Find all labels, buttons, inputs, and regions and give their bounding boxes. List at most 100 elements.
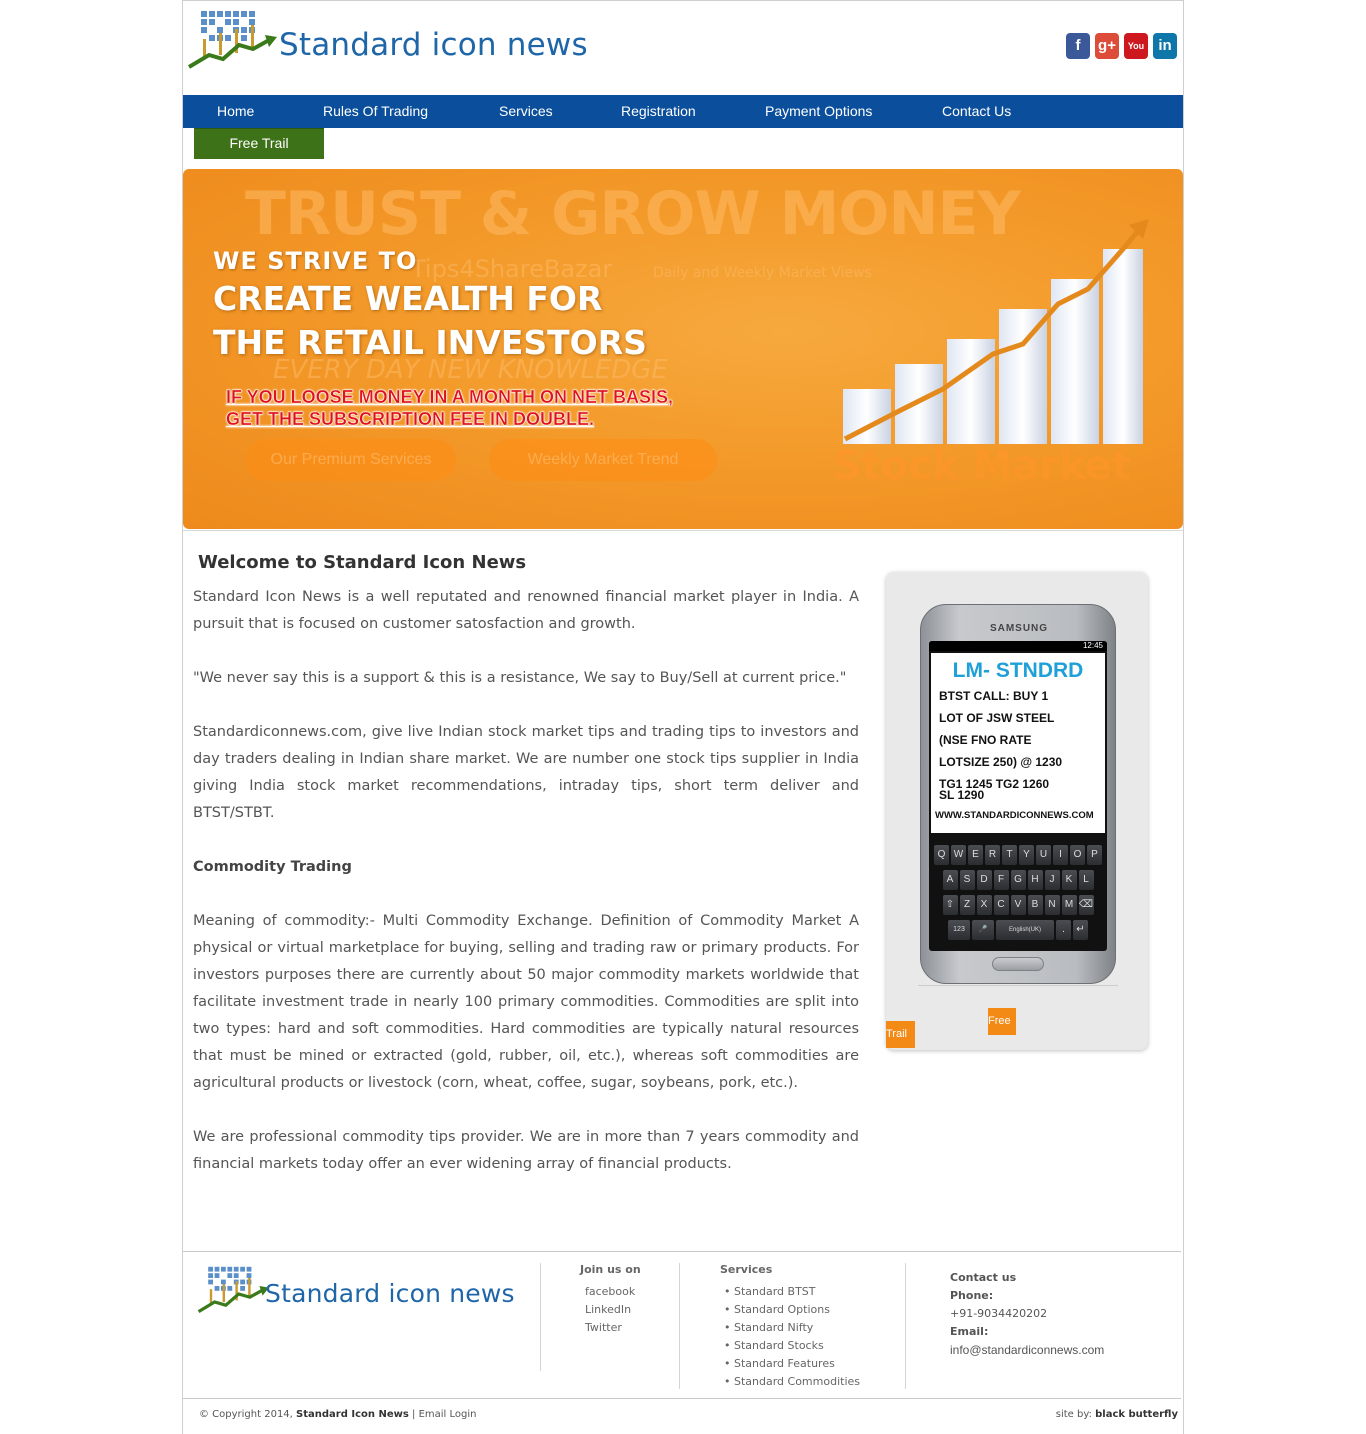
keyboard-key: H xyxy=(1027,870,1043,890)
copyright: © Copyright 2014, Standard Icon News | E… xyxy=(199,1409,477,1420)
commodity-paragraph: Meaning of commodity:- Multi Commodity E… xyxy=(193,913,859,1091)
banner-premium-services[interactable]: Our Premium Services xyxy=(246,439,456,481)
social-links: f g+ You in xyxy=(1066,33,1177,59)
keyboard-key: Y xyxy=(1019,845,1034,865)
banner-weekly-trend[interactable]: Weekly Market Trend xyxy=(489,439,717,481)
footer-link-linkedin[interactable]: LinkedIn xyxy=(585,1301,635,1319)
keyboard-key: T xyxy=(1002,845,1017,865)
keyboard-row: 123 🎤 English(UK). ↵ xyxy=(931,920,1105,940)
phone-value: +91-9034420202 xyxy=(950,1307,1048,1320)
keyboard-key: ↵ xyxy=(1073,920,1088,940)
google-plus-icon[interactable]: g+ xyxy=(1095,33,1119,59)
keyboard-key: A xyxy=(942,870,958,890)
keyboard-row: ASDFGHJKL xyxy=(931,870,1105,890)
keyboard-key: F xyxy=(993,870,1009,890)
keyboard-key: U xyxy=(1036,845,1051,865)
sms-preview-box: SAMSUNG 12:45 LM- STNDRD BTST CALL: BUY … xyxy=(886,572,1148,1050)
keyboard-key: S xyxy=(959,870,975,890)
logo-chart-icon xyxy=(187,11,277,69)
banner-offer-line-2: GET THE SUBSCRIPTION FEE IN DOUBLE. xyxy=(226,409,595,429)
keyboard-key: M xyxy=(1061,895,1077,915)
keyboard-row: ⇧ Z X C V B N M ⌫ xyxy=(931,895,1105,915)
keyboard-key: X xyxy=(976,895,992,915)
banner-offer-line-1: IF YOU LOOSE MONEY IN A MONTH ON NET BAS… xyxy=(226,387,674,407)
keyboard-key: P xyxy=(1087,845,1102,865)
nav-contact-us[interactable]: Contact Us xyxy=(942,95,1011,128)
keyboard-key: C xyxy=(993,895,1009,915)
logo-text: Standard icon news xyxy=(279,27,588,63)
nav-registration[interactable]: Registration xyxy=(621,95,696,128)
footer-bottom-divider xyxy=(183,1398,1181,1399)
free-badge[interactable]: Free xyxy=(988,1008,1016,1035)
logo-chart-icon xyxy=(197,1266,269,1313)
contact-block: Contact us Phone: +91-9034420202 Email: … xyxy=(950,1269,1104,1359)
nav-rules-of-trading[interactable]: Rules Of Trading xyxy=(323,95,428,128)
footer-column-divider xyxy=(905,1263,906,1389)
sms-line: (NSE FNO RATE xyxy=(939,733,1032,747)
keyboard-key: English(UK) xyxy=(996,920,1054,940)
footer-link-nifty[interactable]: • Standard Nifty xyxy=(724,1319,860,1337)
banner-ghost-stock: Stock Market xyxy=(833,443,1131,489)
footer-link-facebook[interactable]: facebook xyxy=(585,1283,635,1301)
email-value[interactable]: info@standardiconnews.com xyxy=(950,1341,1104,1359)
keyboard-key: R xyxy=(985,845,1000,865)
banner-line-2: CREATE WEALTH FOR xyxy=(213,279,603,318)
footer-logo[interactable]: Standard icon news xyxy=(197,1265,527,1317)
keyboard-key: G xyxy=(1010,870,1026,890)
sms-sender: LM- STNDRD xyxy=(952,659,1084,682)
credit-name[interactable]: black butterfly xyxy=(1095,1409,1178,1420)
site-logo[interactable]: Standard icon news xyxy=(187,9,597,71)
commodity-heading: Commodity Trading xyxy=(193,859,352,875)
join-us-heading: Join us on xyxy=(580,1263,641,1276)
side-divider xyxy=(918,985,1118,986)
keyboard-key: L xyxy=(1078,870,1094,890)
keyboard-key: K xyxy=(1061,870,1077,890)
keyboard-key: ⌫ xyxy=(1078,895,1094,915)
keyboard-key: ⇧ xyxy=(942,895,958,915)
site-credit: site by: black butterfly xyxy=(1056,1409,1178,1420)
main-content: Standard Icon News is a well reputated a… xyxy=(193,584,859,1205)
hero-banner: TRUST & GROW MONEY Tips4ShareBazar Daily… xyxy=(183,169,1183,529)
free-trail-button[interactable]: Free Trail xyxy=(194,128,324,159)
nav-services[interactable]: Services xyxy=(499,95,553,128)
phone-brand: SAMSUNG xyxy=(989,623,1049,634)
footer-column-divider xyxy=(679,1263,680,1389)
email-login-link[interactable]: Email Login xyxy=(419,1409,477,1420)
footer-divider xyxy=(183,1251,1181,1252)
main-nav: Home Rules Of Trading Services Registrat… xyxy=(183,95,1183,128)
join-us-list: facebook LinkedIn Twitter xyxy=(585,1283,635,1337)
keyboard-key: O xyxy=(1070,845,1085,865)
keyboard-key: B xyxy=(1027,895,1043,915)
footer-link-twitter[interactable]: Twitter xyxy=(585,1319,635,1337)
keyboard-row: QWERTYUIOP xyxy=(931,845,1105,865)
sms-line: SL 1290 xyxy=(939,788,985,802)
credit-prefix: site by: xyxy=(1055,1409,1092,1420)
footer-link-features[interactable]: • Standard Features xyxy=(724,1355,860,1373)
footer-link-btst[interactable]: • Standard BTST xyxy=(724,1283,860,1301)
keyboard-key: W xyxy=(951,845,966,865)
footer-link-options[interactable]: • Standard Options xyxy=(724,1301,860,1319)
sms-message: LM- STNDRD BTST CALL: BUY 1 LOT OF JSW S… xyxy=(931,653,1105,833)
phone-keyboard: Q W E R T Y U I O P A S D F G H J K L ⇧ Z X C V B N M ⌫ 123 🎤 English(… xyxy=(931,845,1105,945)
trail-badge[interactable]: Trail xyxy=(886,1021,915,1048)
email-label: Email: xyxy=(950,1325,989,1338)
keyboard-key: V xyxy=(1010,895,1026,915)
linkedin-icon[interactable]: in xyxy=(1153,33,1177,59)
nav-payment-options[interactable]: Payment Options xyxy=(765,95,872,128)
footer-link-stocks[interactable]: • Standard Stocks xyxy=(724,1337,860,1355)
services-heading: Services xyxy=(720,1263,773,1276)
services-list: • Standard BTST • Standard Options • Sta… xyxy=(724,1283,860,1391)
contact-heading: Contact us xyxy=(950,1271,1017,1284)
page-title: Welcome to Standard Icon News xyxy=(198,552,527,573)
footer-link-commodities[interactable]: • Standard Commodities xyxy=(724,1373,860,1391)
facebook-icon[interactable]: f xyxy=(1066,33,1090,59)
phone-screen: 12:45 LM- STNDRD BTST CALL: BUY 1 LOT OF… xyxy=(929,641,1107,951)
nav-home[interactable]: Home xyxy=(217,95,254,128)
youtube-icon[interactable]: You xyxy=(1124,33,1148,59)
keyboard-key: 🎤 xyxy=(972,920,994,940)
footer-logo-text: Standard icon news xyxy=(265,1279,515,1308)
divider xyxy=(183,530,1183,531)
keyboard-key: Q xyxy=(934,845,949,865)
keyboard-key: J xyxy=(1044,870,1060,890)
keyboard-key: . xyxy=(1056,920,1071,940)
